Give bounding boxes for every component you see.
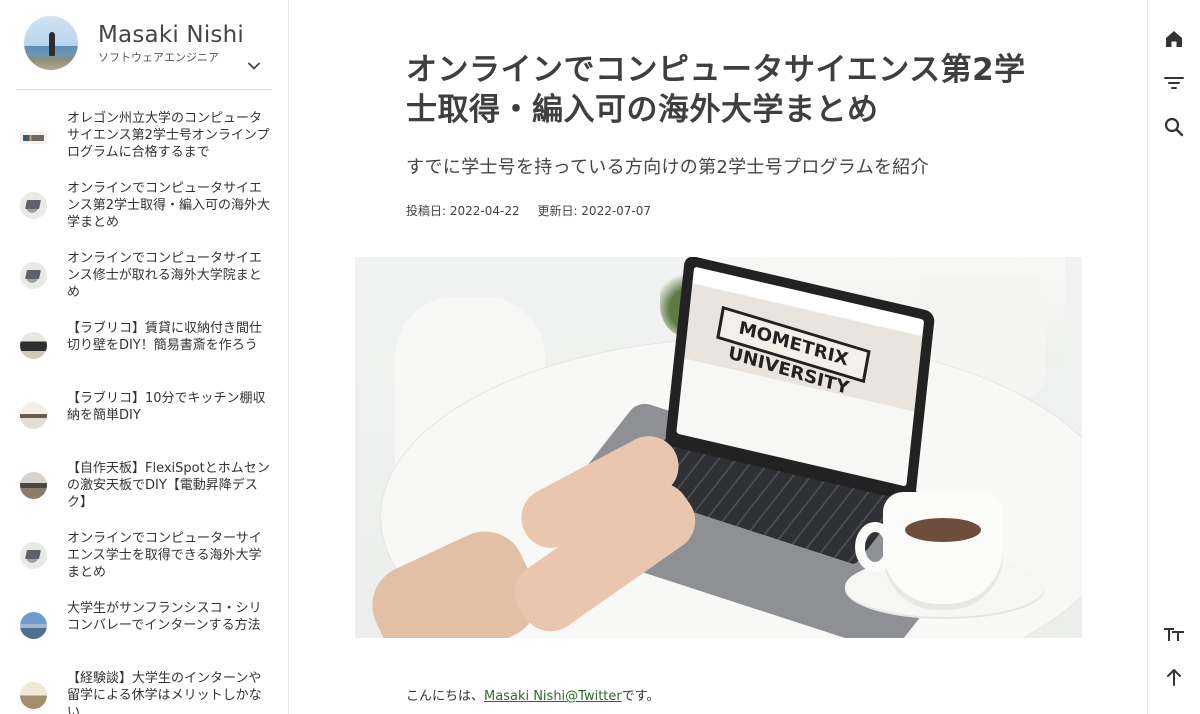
article-meta: 投稿日: 2022-04-22 更新日: 2022-07-07 (406, 202, 651, 219)
text-size-icon[interactable] (1162, 621, 1186, 645)
post-thumbnail (20, 472, 47, 499)
post-title[interactable]: オンラインでコンピュータサイエンス修士が取れる海外大学院まとめ (67, 250, 272, 301)
filter-icon[interactable] (1162, 71, 1186, 95)
arrow-up-icon[interactable] (1162, 665, 1186, 689)
post-title[interactable]: 【ラブリコ】賃貸に収納付き間仕切り壁をDIY！簡易書斎を作ろう (67, 320, 272, 354)
right-rail (1147, 0, 1200, 714)
article-subtitle: すでに学士号を持っている方向けの第2学士号プログラムを紹介 (406, 157, 929, 178)
post-thumbnail (20, 332, 47, 359)
post-title[interactable]: オンラインでコンピュータサイエンス第2学士取得・編入可の海外大学まとめ (67, 180, 272, 231)
profile-role: ソフトウェアエンジニア (98, 51, 219, 64)
article-title: オンラインでコンピュータサイエンス第2学士取得・編入可の海外大学まとめ (406, 52, 1026, 128)
home-icon[interactable] (1162, 27, 1186, 51)
post-list-item[interactable]: 【ラブリコ】10分でキッチン棚収納を簡単DIY (16, 384, 272, 454)
post-list-item[interactable]: 大学生がサンフランシスコ・シリコンバレーでインターンする方法 (16, 594, 272, 664)
posted-date: 投稿日: 2022-04-22 (406, 204, 520, 218)
post-thumbnail (20, 612, 47, 639)
post-list-item[interactable]: オンラインでコンピュータサイエンス第2学士取得・編入可の海外大学まとめ (16, 174, 272, 244)
profile-header: Masaki Nishi ソフトウェアエンジニア (16, 14, 272, 90)
hero-image: MOMETRIX UNIVERSITY (355, 257, 1082, 638)
sidebar: Masaki Nishi ソフトウェアエンジニア オレゴン州立大学のコンピュータ… (0, 0, 289, 714)
chevron-down-icon[interactable] (244, 56, 264, 76)
post-list: オレゴン州立大学のコンピュータサイエンス第2学士号オンラインプログラムに合格する… (16, 104, 272, 714)
post-thumbnail (20, 262, 47, 289)
search-icon[interactable] (1162, 115, 1186, 139)
post-title[interactable]: 【ラブリコ】10分でキッチン棚収納を簡単DIY (67, 390, 272, 424)
profile-name[interactable]: Masaki Nishi (98, 22, 244, 48)
post-list-item[interactable]: オンラインでコンピューターサイエンス学士を取得できる海外大学まとめ (16, 524, 272, 594)
avatar[interactable] (24, 16, 78, 70)
article-intro: こんにちは、Masaki Nishi@Twitterです。 (406, 685, 659, 704)
post-thumbnail (20, 682, 47, 709)
article: オンラインでコンピュータサイエンス第2学士取得・編入可の海外大学まとめ すでに学… (290, 0, 1147, 714)
post-list-item[interactable]: 【自作天板】FlexiSpotとホムセンの激安天板でDIY【電動昇降デスク】 (16, 454, 272, 524)
post-list-item[interactable]: 【経験談】大学生のインターンや留学による休学はメリットしかない (16, 664, 272, 714)
post-thumbnail (20, 402, 47, 429)
post-title[interactable]: 【自作天板】FlexiSpotとホムセンの激安天板でDIY【電動昇降デスク】 (67, 460, 272, 511)
intro-prefix: こんにちは、 (406, 689, 485, 704)
post-thumbnail (20, 542, 47, 569)
post-thumbnail (20, 132, 47, 144)
post-title[interactable]: 【経験談】大学生のインターンや留学による休学はメリットしかない (67, 670, 272, 714)
post-title[interactable]: オンラインでコンピューターサイエンス学士を取得できる海外大学まとめ (67, 530, 272, 581)
post-list-item[interactable]: 【ラブリコ】賃貸に収納付き間仕切り壁をDIY！簡易書斎を作ろう (16, 314, 272, 384)
post-list-item[interactable]: オレゴン州立大学のコンピュータサイエンス第2学士号オンラインプログラムに合格する… (16, 104, 272, 174)
intro-suffix: です。 (621, 689, 660, 704)
post-title[interactable]: オレゴン州立大学のコンピュータサイエンス第2学士号オンラインプログラムに合格する… (67, 110, 272, 161)
updated-date: 更新日: 2022-07-07 (537, 204, 652, 218)
post-thumbnail (20, 192, 47, 219)
post-list-item[interactable]: オンラインでコンピュータサイエンス修士が取れる海外大学院まとめ (16, 244, 272, 314)
post-title[interactable]: 大学生がサンフランシスコ・シリコンバレーでインターンする方法 (67, 600, 272, 634)
twitter-link[interactable]: Masaki Nishi@Twitter (484, 689, 622, 704)
